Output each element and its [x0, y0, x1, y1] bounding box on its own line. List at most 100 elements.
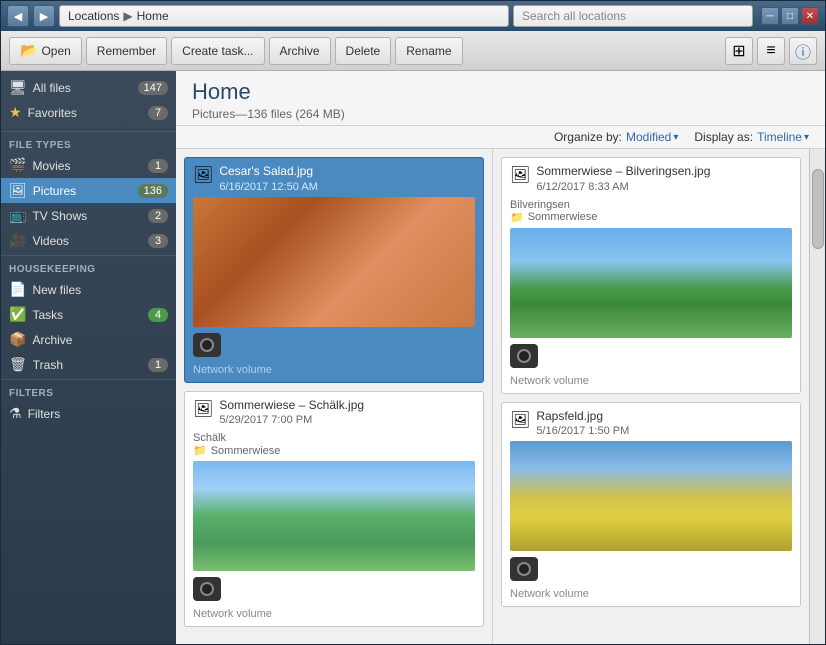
breadcrumb[interactable]: Locations ▶ Home	[59, 5, 509, 27]
minimize-button[interactable]: ─	[761, 7, 779, 25]
file-path-line2-bilv: 📁 Sommerwiese	[510, 211, 792, 224]
sidebar-item-all-files[interactable]: 🖥 All files 147	[1, 75, 176, 100]
rename-button[interactable]: Rename	[395, 37, 462, 65]
videos-badge: 3	[148, 234, 168, 248]
breadcrumb-locations: Locations	[68, 9, 119, 23]
sidebar-item-trash[interactable]: 🗑 Trash 1	[1, 352, 176, 377]
file-name-bilv: Sommerwiese – Bilveringsen.jpg	[536, 164, 792, 180]
new-files-label: New files	[32, 283, 168, 297]
trash-label: Trash	[33, 358, 142, 372]
trash-icon: 🗑	[9, 356, 27, 373]
info-button[interactable]: ⓘ	[789, 37, 817, 65]
folder-icon-bilv: 📁	[510, 211, 524, 224]
file-thumbnail-schalk	[193, 461, 475, 571]
file-card-rapsfeld[interactable]: 🖼 Rapsfeld.jpg 5/16/2017 1:50 PM	[501, 402, 801, 608]
camera-wrap	[185, 331, 483, 361]
content-header: Home Pictures—136 files (264 MB)	[176, 71, 825, 126]
all-files-badge: 147	[138, 81, 168, 95]
file-name-raps: Rapsfeld.jpg	[536, 409, 792, 425]
content-subtitle: Pictures—136 files (264 MB)	[192, 107, 809, 121]
search-box[interactable]: Search all locations	[513, 5, 753, 27]
file-info: Cesar's Salad.jpg 6/16/2017 12:50 AM	[219, 164, 475, 193]
file-column-right: 🖼 Sommerwiese – Bilveringsen.jpg 6/12/20…	[493, 149, 809, 644]
display-as-arrow: ▾	[804, 132, 809, 143]
close-button[interactable]: ✕	[801, 7, 819, 25]
file-thumbnail-bilv	[510, 228, 792, 338]
sidebar-item-filters[interactable]: ⚗ Filters	[1, 401, 176, 426]
tasks-badge: 4	[148, 308, 168, 322]
favorites-label: Favorites	[28, 106, 142, 120]
file-card-schalk[interactable]: 🖼 Sommerwiese – Schälk.jpg 5/29/2017 7:0…	[184, 391, 484, 628]
file-date-raps: 5/16/2017 1:50 PM	[536, 425, 792, 437]
sidebar-item-new-files[interactable]: 📄 New files	[1, 277, 176, 302]
remember-label: Remember	[97, 44, 156, 58]
sidebar-section-main: 🖥 All files 147 ★ Favorites 7	[1, 71, 176, 129]
file-grid: 🖼 Cesar's Salad.jpg 6/16/2017 12:50 AM	[176, 149, 825, 644]
file-column-left: 🖼 Cesar's Salad.jpg 6/16/2017 12:50 AM	[176, 149, 493, 644]
scrollbar[interactable]	[809, 149, 825, 644]
sidebar-item-videos[interactable]: 🎥 Videos 3	[1, 228, 176, 253]
file-location-schalk: Network volume	[185, 605, 483, 626]
breadcrumb-home: Home	[137, 9, 169, 23]
pictures-label: Pictures	[33, 184, 132, 198]
file-preview-raps	[510, 441, 792, 551]
scroll-thumb[interactable]	[812, 169, 824, 249]
file-name-schalk: Sommerwiese – Schälk.jpg	[219, 398, 475, 414]
sidebar-item-tasks[interactable]: ✅ Tasks 4	[1, 302, 176, 327]
sidebar-item-movies[interactable]: 🎬 Movies 1	[1, 153, 176, 178]
file-card-bilveringsen[interactable]: 🖼 Sommerwiese – Bilveringsen.jpg 6/12/20…	[501, 157, 801, 394]
forward-button[interactable]: ▶	[33, 5, 55, 27]
videos-icon: 🎥	[9, 232, 26, 249]
sidebar-item-pictures[interactable]: 🖼 Pictures 136	[1, 178, 176, 203]
open-button[interactable]: 📂 Open	[9, 37, 82, 65]
file-card-header-raps: 🖼 Rapsfeld.jpg 5/16/2017 1:50 PM	[502, 403, 800, 442]
camera-lens-raps	[517, 562, 531, 576]
main-area: 🖥 All files 147 ★ Favorites 7 FILE TYPES…	[1, 71, 825, 644]
divider-3	[1, 379, 176, 380]
file-info-raps: Rapsfeld.jpg 5/16/2017 1:50 PM	[536, 409, 792, 438]
file-card-header: 🖼 Cesar's Salad.jpg 6/16/2017 12:50 AM	[185, 158, 483, 197]
new-files-icon: 📄	[9, 281, 26, 298]
tasks-label: Tasks	[32, 308, 142, 322]
movies-badge: 1	[148, 159, 168, 173]
file-path-schalk: Schälk 📁 Sommerwiese	[185, 430, 483, 461]
file-thumbnail-cesars	[193, 197, 475, 327]
file-preview	[193, 197, 475, 327]
main-window: ◀ ▶ Locations ▶ Home Search all location…	[0, 0, 826, 645]
window-controls: ─ □ ✕	[761, 7, 819, 25]
archive-button[interactable]: Archive	[269, 37, 331, 65]
favorites-icon: ★	[9, 104, 22, 121]
remember-button[interactable]: Remember	[86, 37, 167, 65]
file-columns: 🖼 Cesar's Salad.jpg 6/16/2017 12:50 AM	[176, 149, 809, 644]
maximize-button[interactable]: □	[781, 7, 799, 25]
file-info-bilv: Sommerwiese – Bilveringsen.jpg 6/12/2017…	[536, 164, 792, 193]
sidebar-item-tv-shows[interactable]: 📺 TV Shows 2	[1, 203, 176, 228]
view-list-button[interactable]: ≡	[757, 37, 785, 65]
delete-button[interactable]: Delete	[335, 37, 392, 65]
sidebar-item-favorites[interactable]: ★ Favorites 7	[1, 100, 176, 125]
divider-2	[1, 255, 176, 256]
open-label: Open	[41, 44, 70, 58]
pictures-icon: 🖼	[9, 182, 27, 199]
file-card-header-schalk: 🖼 Sommerwiese – Schälk.jpg 5/29/2017 7:0…	[185, 392, 483, 431]
camera-wrap-bilv	[502, 342, 800, 372]
filters-icon: ⚗	[9, 405, 22, 422]
sidebar-item-archive[interactable]: 📦 Archive	[1, 327, 176, 352]
file-type-icon-raps: 🖼	[510, 410, 530, 430]
display-as-value[interactable]: Timeline ▾	[757, 130, 809, 144]
file-preview-schalk	[193, 461, 475, 571]
back-button[interactable]: ◀	[7, 5, 29, 27]
tv-shows-label: TV Shows	[32, 209, 142, 223]
breadcrumb-sep: ▶	[123, 9, 132, 23]
file-card-cesars[interactable]: 🖼 Cesar's Salad.jpg 6/16/2017 12:50 AM	[184, 157, 484, 383]
file-path-line2-schalk: 📁 Sommerwiese	[193, 444, 475, 457]
sidebar: 🖥 All files 147 ★ Favorites 7 FILE TYPES…	[1, 71, 176, 644]
file-preview-bilv	[510, 228, 792, 338]
view-grid-button[interactable]: ⊞	[725, 37, 753, 65]
file-location-raps: Network volume	[502, 585, 800, 606]
file-date-schalk: 5/29/2017 7:00 PM	[219, 414, 475, 426]
create-task-button[interactable]: Create task...	[171, 37, 264, 65]
organize-by-label: Organize by:	[554, 130, 622, 144]
organize-by-value[interactable]: Modified ▾	[626, 130, 678, 144]
filters-label: Filters	[28, 407, 168, 421]
